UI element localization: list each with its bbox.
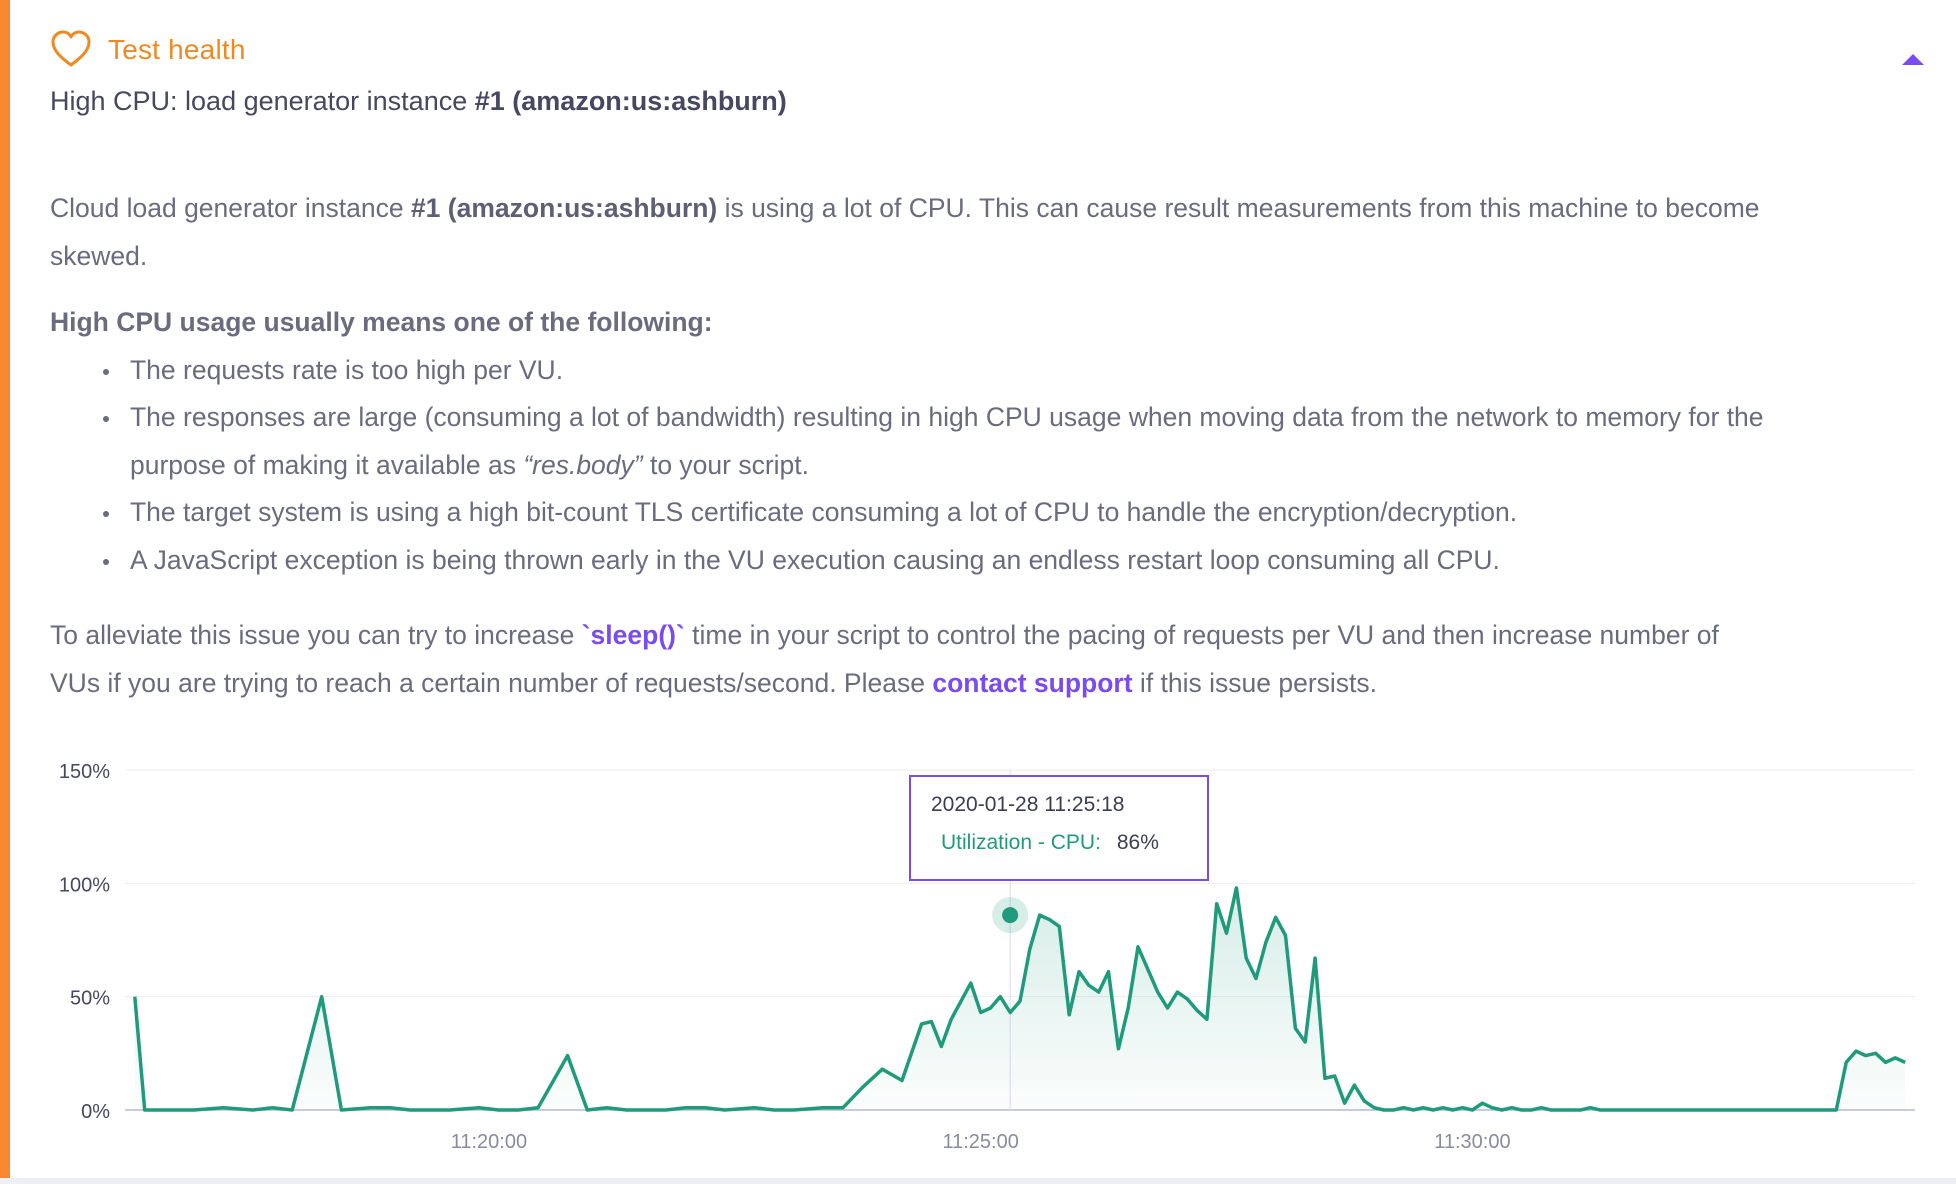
- issue-title: High CPU: load generator instance #1 (am…: [50, 86, 787, 117]
- x-tick-label: 11:30:00: [1434, 1131, 1510, 1153]
- list-item: The target system is using a high bit-co…: [103, 489, 1770, 537]
- advice-paragraph: To alleviate this issue you can try to i…: [50, 612, 1770, 707]
- causes-list: The requests rate is too high per VU. Th…: [50, 347, 1770, 585]
- y-tick-label: 50%: [70, 988, 110, 1010]
- caret-up-icon[interactable]: [1900, 50, 1926, 68]
- sleep-code-text: `sleep()`: [581, 620, 685, 650]
- heart-icon: [50, 29, 92, 71]
- y-tick-label: 100%: [59, 874, 110, 896]
- contact-support-link[interactable]: contact support: [932, 668, 1132, 698]
- causes-heading: High CPU usage usually means one of the …: [50, 307, 713, 337]
- tooltip-time: 2020-01-28 11:25:18: [931, 793, 1125, 816]
- highlight-point: [1002, 907, 1019, 924]
- advice-suffix: if this issue persists.: [1132, 667, 1378, 698]
- cause-2-code: “res.body”: [523, 449, 643, 480]
- intro-instance: #1 (amazon:us:ashburn): [410, 193, 718, 223]
- issue-instance: #1 (amazon:us:ashburn): [474, 86, 787, 116]
- intro-paragraph: Cloud load generator instance #1 (amazon…: [50, 185, 1770, 280]
- sleep-code: `sleep()`: [582, 620, 685, 650]
- tooltip-value: 86%: [1116, 831, 1159, 854]
- tooltip-row: Utilization - CPU: 86%: [931, 831, 1207, 855]
- panel-title: Test health: [108, 34, 246, 65]
- advice-prefix: To alleviate this issue you can try to i…: [50, 620, 582, 650]
- list-item: The responses are large (consuming a lot…: [103, 394, 1770, 489]
- x-tick-label: 11:20:00: [451, 1131, 527, 1153]
- intro-prefix: Cloud load generator instance: [50, 193, 411, 223]
- panel-header[interactable]: Test health: [50, 28, 246, 72]
- list-item: The requests rate is too high per VU.: [103, 347, 1770, 395]
- test-health-panel: Test health High CPU: load generator ins…: [0, 0, 1956, 1184]
- x-tick-label: 11:25:00: [942, 1131, 1018, 1153]
- y-tick-label: 150%: [59, 761, 110, 783]
- issue-title-prefix: High CPU: load generator instance: [50, 86, 475, 116]
- list-item: A JavaScript exception is being thrown e…: [103, 537, 1770, 585]
- tooltip-series-label: Utilization - CPU:: [941, 831, 1101, 854]
- cause-2-suffix: to your script.: [642, 449, 810, 480]
- y-tick-label: 0%: [81, 1101, 110, 1123]
- cause-2-prefix: The responses are large (consuming a lot…: [130, 402, 1764, 480]
- issue-description: Cloud load generator instance #1 (amazon…: [50, 185, 1770, 707]
- chart-tooltip: 2020-01-28 11:25:18 Utilization - CPU: 86…: [909, 775, 1209, 881]
